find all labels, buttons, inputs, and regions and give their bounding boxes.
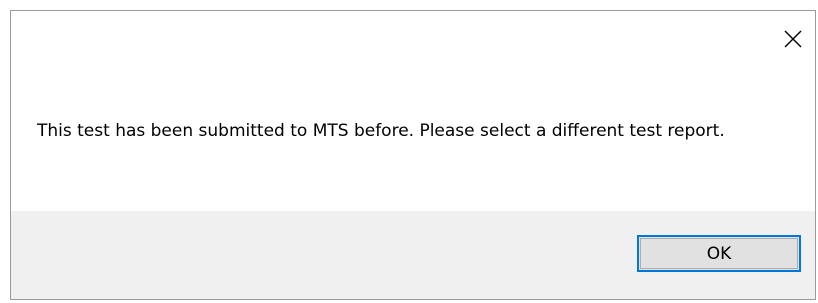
message-dialog: This test has been submitted to MTS befo… <box>10 10 816 300</box>
ok-button[interactable]: OK <box>637 235 801 272</box>
close-button[interactable] <box>781 27 805 51</box>
button-bar: OK <box>11 211 815 299</box>
close-icon <box>784 30 802 48</box>
dialog-message: This test has been submitted to MTS befo… <box>37 121 725 141</box>
